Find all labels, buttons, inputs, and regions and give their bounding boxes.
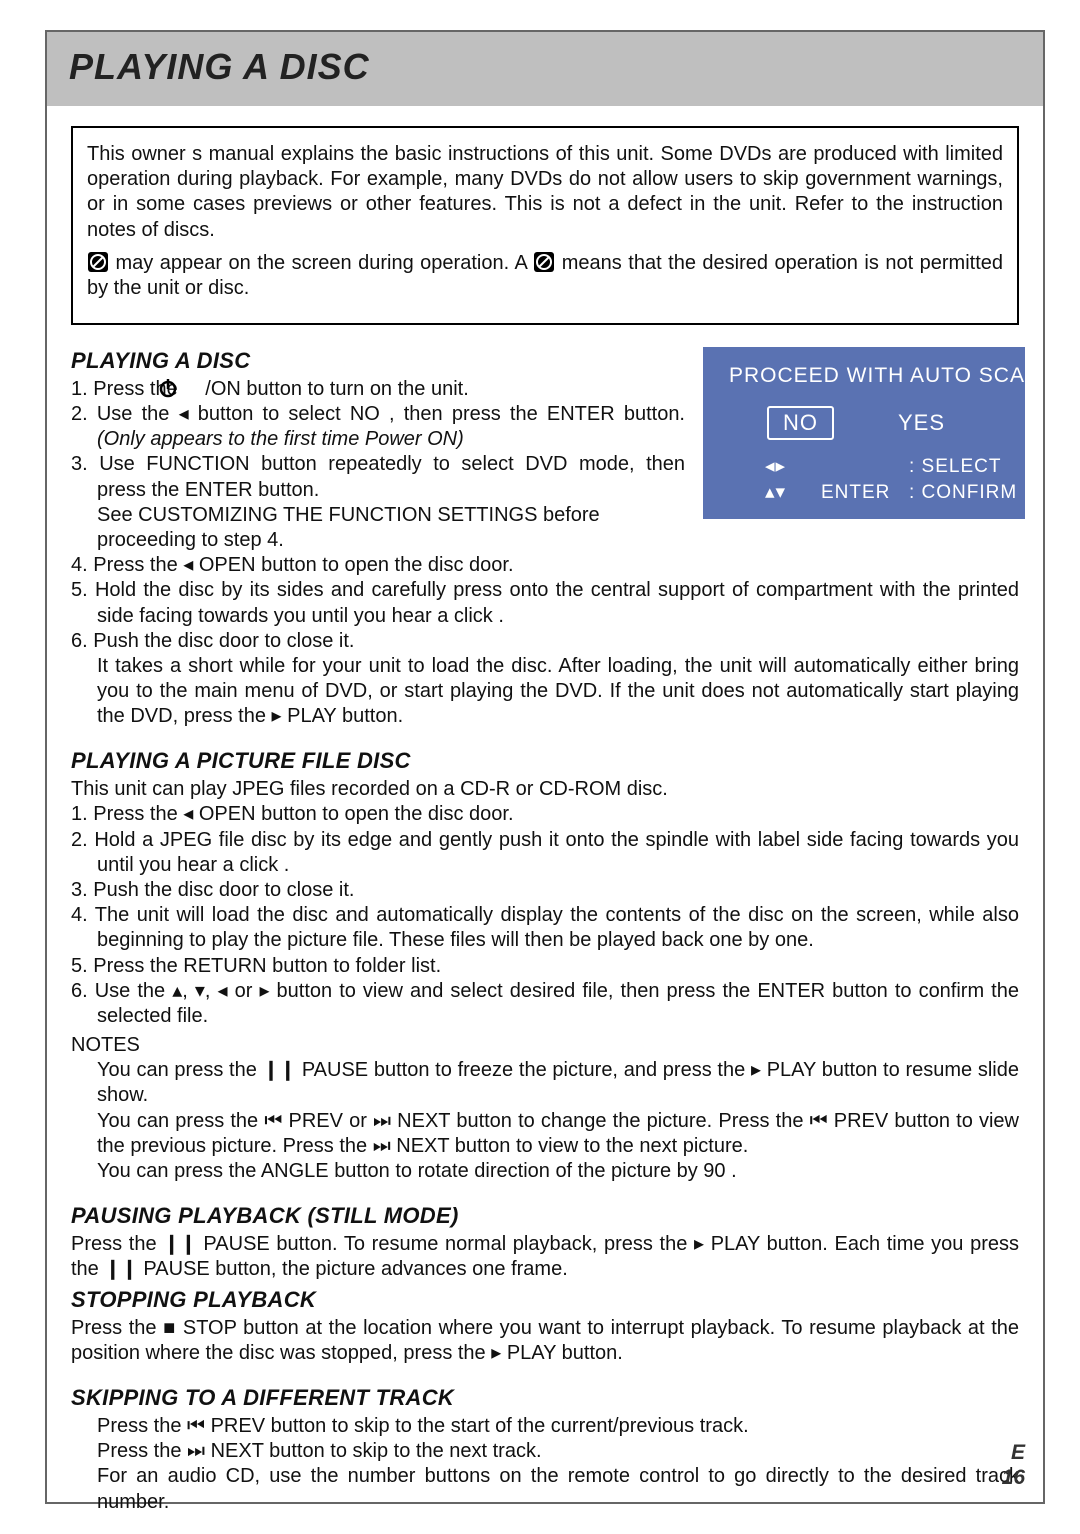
notes-list: You can press the ❙❙ PAUSE button to fre… bbox=[71, 1058, 1019, 1184]
page-header: PLAYING A DISC bbox=[47, 32, 1043, 106]
prohibited-icon bbox=[87, 251, 109, 273]
osd-option-yes: YES bbox=[898, 406, 945, 441]
note-item: You can press the ❙❙ PAUSE button to fre… bbox=[97, 1058, 1019, 1108]
step-item: 4. The unit will load the disc and autom… bbox=[71, 903, 1019, 953]
step-text: /ON button to turn on the unit. bbox=[205, 378, 469, 400]
osd-dialog: PROCEED WITH AUTO SCA NO YES ◂▸ : SELECT… bbox=[703, 347, 1025, 519]
up-down-icon: ▴▾ bbox=[765, 480, 821, 506]
footer-page-number: 16 bbox=[1002, 1465, 1025, 1490]
bullet-item: Press the ⏭ NEXT button to skip to the n… bbox=[97, 1439, 1019, 1464]
section-title: PLAYING A PICTURE FILE DISC bbox=[71, 747, 1019, 775]
step-item: 6. Use the ▴, ▾, ◂ or ▸ button to view a… bbox=[71, 979, 1019, 1029]
notes-label: NOTES bbox=[71, 1033, 1019, 1058]
intro-paragraph-1: This owner s manual explains the basic i… bbox=[87, 142, 1003, 243]
page-footer: E 16 bbox=[1002, 1440, 1025, 1490]
osd-hints: ◂▸ : SELECT ▴▾ ENTER : CONFIRM bbox=[765, 454, 1025, 505]
osd-option-no: NO bbox=[767, 406, 834, 441]
footer-lang: E bbox=[1002, 1440, 1025, 1465]
bullet-item: For an audio CD, use the number buttons … bbox=[97, 1464, 1019, 1514]
section-title: SKIPPING TO A DIFFERENT TRACK bbox=[71, 1384, 1019, 1412]
section-title: STOPPING PLAYBACK bbox=[71, 1286, 1019, 1314]
step-item: 4. Press the ◂ OPEN button to open the d… bbox=[71, 553, 1019, 578]
note-item: You can press the ⏮ PREV or ⏭ NEXT butto… bbox=[97, 1109, 1019, 1159]
note-item: You can press the ANGLE button to rotate… bbox=[97, 1159, 1019, 1184]
osd-options: NO YES bbox=[767, 406, 1025, 441]
step-item: 6. Push the disc door to close it. bbox=[71, 629, 1019, 654]
osd-hint-confirm: : CONFIRM bbox=[909, 480, 1017, 506]
steps-list: 4. Press the ◂ OPEN button to open the d… bbox=[71, 553, 1019, 578]
steps-list: 5. Hold the disc by its sides and carefu… bbox=[71, 578, 1019, 654]
step-item: 1. Press the ◂ OPEN button to open the d… bbox=[71, 802, 1019, 827]
intro-box: This owner s manual explains the basic i… bbox=[71, 126, 1019, 325]
prohibited-icon bbox=[533, 251, 555, 273]
bullet-list: Press the ⏮ PREV button to skip to the s… bbox=[71, 1414, 1019, 1515]
section-body: Press the ■ STOP button at the location … bbox=[71, 1316, 1019, 1366]
page-content: This owner s manual explains the basic i… bbox=[47, 106, 1043, 1525]
power-icon bbox=[183, 377, 205, 399]
step-item: 3. Push the disc door to close it. bbox=[71, 878, 1019, 903]
section-body: Press the ❙❙ PAUSE button. To resume nor… bbox=[71, 1232, 1019, 1282]
intro-paragraph-2: may appear on the screen during operatio… bbox=[87, 251, 1003, 301]
step-item: 2. Hold a JPEG file disc by its edge and… bbox=[71, 828, 1019, 878]
osd-hint-select: : SELECT bbox=[909, 454, 1001, 480]
osd-hint-enter: ENTER bbox=[821, 480, 909, 506]
steps-list: 1. Press the ◂ OPEN button to open the d… bbox=[71, 802, 1019, 1029]
bullet-item: Press the ⏮ PREV button to skip to the s… bbox=[97, 1414, 1019, 1439]
osd-title: PROCEED WITH AUTO SCA bbox=[729, 363, 1025, 389]
step-item: 5. Hold the disc by its sides and carefu… bbox=[71, 578, 1019, 628]
step-subnote: It takes a short while for your unit to … bbox=[71, 654, 1019, 730]
step-note: (Only appears to the first time Power ON… bbox=[97, 428, 464, 450]
step-item: 5. Press the RETURN button to folder lis… bbox=[71, 954, 1019, 979]
left-right-icon: ◂▸ bbox=[765, 454, 821, 480]
page-title: PLAYING A DISC bbox=[69, 46, 1021, 88]
manual-page: PLAYING A DISC This owner s manual expla… bbox=[45, 30, 1045, 1504]
step-text: 2. Use the ◂ button to select NO , then … bbox=[71, 403, 685, 425]
intro-text-2a: may appear on the screen during operatio… bbox=[116, 252, 534, 274]
section-lead: This unit can play JPEG files recorded o… bbox=[71, 777, 1019, 802]
section-title: PAUSING PLAYBACK (STILL MODE) bbox=[71, 1202, 1019, 1230]
